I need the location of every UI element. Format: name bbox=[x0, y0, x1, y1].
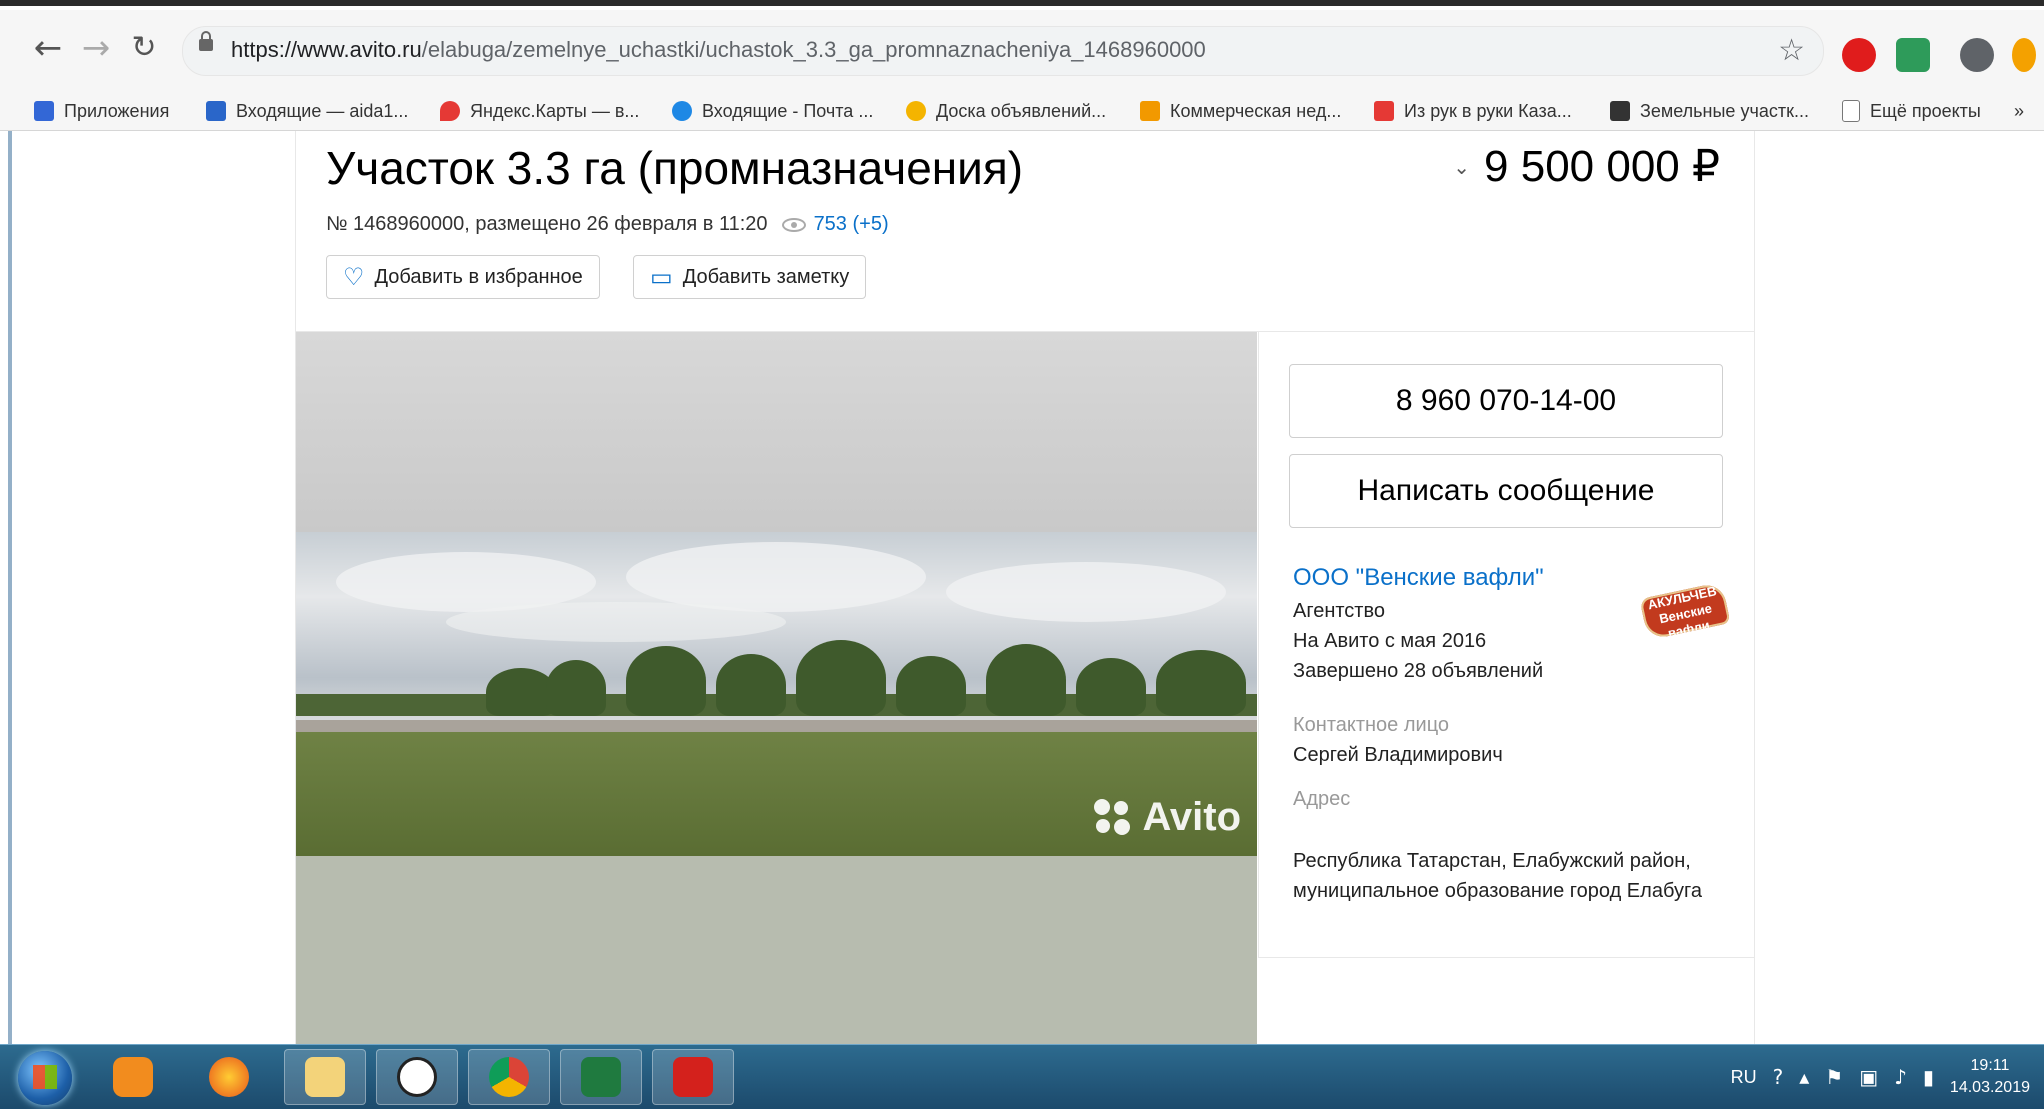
building-icon bbox=[1140, 101, 1160, 121]
bookmark-item[interactable]: Из рук в руки Каза... bbox=[1374, 98, 1572, 124]
contact-name: Сергей Владимирович bbox=[1293, 744, 1503, 766]
bookmark-star-icon[interactable]: ☆ bbox=[1778, 33, 1805, 68]
photo-gallery[interactable]: Avito bbox=[296, 332, 1257, 1044]
excel-icon bbox=[581, 1057, 621, 1097]
bookmark-item[interactable]: Коммерческая нед... bbox=[1140, 98, 1341, 124]
views-count: 753 (+5) bbox=[781, 213, 889, 236]
bookmark-other-projects[interactable]: Ещё проекты bbox=[1842, 98, 1981, 124]
start-button[interactable] bbox=[18, 1051, 72, 1105]
page-icon bbox=[1842, 100, 1860, 122]
contact-label: Контактное лицо bbox=[1293, 714, 1450, 736]
network-adapter-icon[interactable]: ▣ bbox=[1859, 1065, 1878, 1089]
eye-icon bbox=[781, 217, 806, 232]
listing-title: Участок 3.3 га (промназначения) bbox=[326, 142, 1024, 194]
show-phone-button[interactable]: 8 960 070-14-00 bbox=[1289, 364, 1723, 438]
opera-extension-icon[interactable] bbox=[1842, 38, 1876, 72]
window-left-edge bbox=[8, 131, 12, 1044]
apps-icon bbox=[34, 101, 54, 121]
bookmark-item[interactable]: Входящие — aida1... bbox=[206, 98, 408, 124]
taskbar-chrome[interactable] bbox=[468, 1049, 550, 1105]
hands-icon bbox=[1374, 101, 1394, 121]
add-note-button[interactable]: ▭ Добавить заметку bbox=[633, 255, 867, 299]
tray-expand-icon[interactable]: ▴ bbox=[1799, 1065, 1809, 1089]
acrobat-icon bbox=[673, 1057, 713, 1097]
bookmark-item[interactable]: Доска объявлений... bbox=[906, 98, 1106, 124]
taskbar: RU ? ▴ ⚑ ▣ ♪ ▮ 19:11 14.03.2019 bbox=[0, 1044, 2044, 1109]
url-text[interactable]: https://www.avito.ru/elabuga/zemelnye_uc… bbox=[231, 37, 1206, 63]
firefox-icon bbox=[209, 1057, 249, 1097]
taskbar-explorer[interactable] bbox=[284, 1049, 366, 1105]
taskbar-media-player[interactable] bbox=[92, 1049, 174, 1105]
address-bar[interactable]: https://www.avito.ru/elabuga/zemelnye_uc… bbox=[182, 26, 1824, 76]
avito-logo-icon bbox=[1094, 798, 1134, 837]
taskbar-acrobat[interactable] bbox=[652, 1049, 734, 1105]
road bbox=[296, 720, 1257, 732]
media-player-icon bbox=[113, 1057, 153, 1097]
bookmark-apps[interactable]: Приложения bbox=[34, 98, 169, 124]
system-tray: RU ? ▴ ⚑ ▣ ♪ ▮ 19:11 14.03.2019 bbox=[1731, 1045, 2044, 1109]
bookmark-item[interactable]: Яндекс.Карты — в... bbox=[440, 98, 639, 124]
seller-completed: Завершено 28 объявлений bbox=[1293, 660, 1544, 682]
seller-sidebar: 8 960 070-14-00 Написать сообщение ООО "… bbox=[1258, 332, 1755, 958]
taskbar-app[interactable] bbox=[376, 1049, 458, 1105]
address-label: Адрес bbox=[1293, 788, 1351, 810]
taskbar-firefox[interactable] bbox=[188, 1049, 270, 1105]
avito-dots-icon bbox=[906, 101, 926, 121]
clock[interactable]: 19:11 14.03.2019 bbox=[1950, 1055, 2030, 1099]
tree-line bbox=[296, 632, 1257, 716]
extension-icon-2[interactable] bbox=[2012, 38, 2036, 72]
action-center-flag-icon[interactable]: ⚑ bbox=[1825, 1065, 1843, 1089]
panda-icon bbox=[397, 1057, 437, 1097]
add-to-favorites-button[interactable]: ♡ Добавить в избранное bbox=[326, 255, 600, 299]
folder-icon bbox=[305, 1057, 345, 1097]
seller-logo[interactable]: АКУЛЬЧЕВ Венские вафли bbox=[1639, 581, 1731, 641]
extension-icon[interactable] bbox=[1896, 38, 1930, 72]
photo-backdrop-bottom bbox=[296, 856, 1257, 1044]
listing-card: Участок 3.3 га (промназначения) ⌄ 9 500 0… bbox=[295, 131, 1755, 1044]
write-message-button[interactable]: Написать сообщение bbox=[1289, 454, 1723, 528]
listing-photo[interactable]: Avito bbox=[296, 532, 1257, 856]
chrome-icon bbox=[489, 1057, 529, 1097]
language-indicator[interactable]: RU bbox=[1731, 1067, 1757, 1088]
at-icon bbox=[672, 101, 692, 121]
note-icon: ▭ bbox=[650, 263, 673, 291]
seller-type: Агентство bbox=[1293, 600, 1385, 622]
seller-name-link[interactable]: ООО "Венские вафли" bbox=[1293, 564, 1544, 592]
seller-since: На Авито с мая 2016 bbox=[1293, 630, 1487, 652]
window-top-border bbox=[0, 0, 2044, 9]
price[interactable]: ⌄ 9 500 000 ₽ bbox=[1453, 141, 1720, 192]
bookmark-item[interactable]: Земельные участк... bbox=[1610, 98, 1809, 124]
address-text: Республика Татарстан, Елабужский район, … bbox=[1293, 850, 1702, 902]
bookmarks-bar: Приложения Входящие — aida1... Яндекс.Ка… bbox=[0, 92, 2044, 131]
avito-watermark: Avito bbox=[1094, 795, 1241, 840]
lock-icon bbox=[199, 31, 213, 51]
reload-icon[interactable]: ↻ bbox=[124, 28, 164, 68]
bookmarks-overflow-button[interactable]: » bbox=[2014, 98, 2024, 124]
forward-icon[interactable]: → bbox=[76, 28, 116, 68]
land-icon bbox=[1610, 101, 1630, 121]
map-pin-icon bbox=[440, 101, 460, 121]
signal-icon[interactable]: ▮ bbox=[1923, 1065, 1934, 1089]
page-content: Участок 3.3 га (промназначения) ⌄ 9 500 0… bbox=[0, 131, 2044, 1044]
bookmark-item[interactable]: Входящие - Почта ... bbox=[672, 98, 873, 124]
photo-backdrop bbox=[296, 332, 1257, 532]
back-icon[interactable]: ← bbox=[28, 28, 68, 68]
heart-icon: ♡ bbox=[343, 263, 365, 291]
mail-icon bbox=[206, 101, 226, 121]
profile-avatar-icon[interactable] bbox=[1960, 38, 1994, 72]
volume-icon[interactable]: ♪ bbox=[1894, 1065, 1907, 1089]
listing-meta: № 1468960000, размещено 26 февраля в 11:… bbox=[326, 213, 889, 236]
browser-toolbar: ← → ↻ https://www.avito.ru/elabuga/zemel… bbox=[0, 10, 2044, 92]
chevron-down-icon[interactable]: ⌄ bbox=[1453, 155, 1470, 179]
help-icon[interactable]: ? bbox=[1773, 1065, 1784, 1089]
taskbar-excel[interactable] bbox=[560, 1049, 642, 1105]
